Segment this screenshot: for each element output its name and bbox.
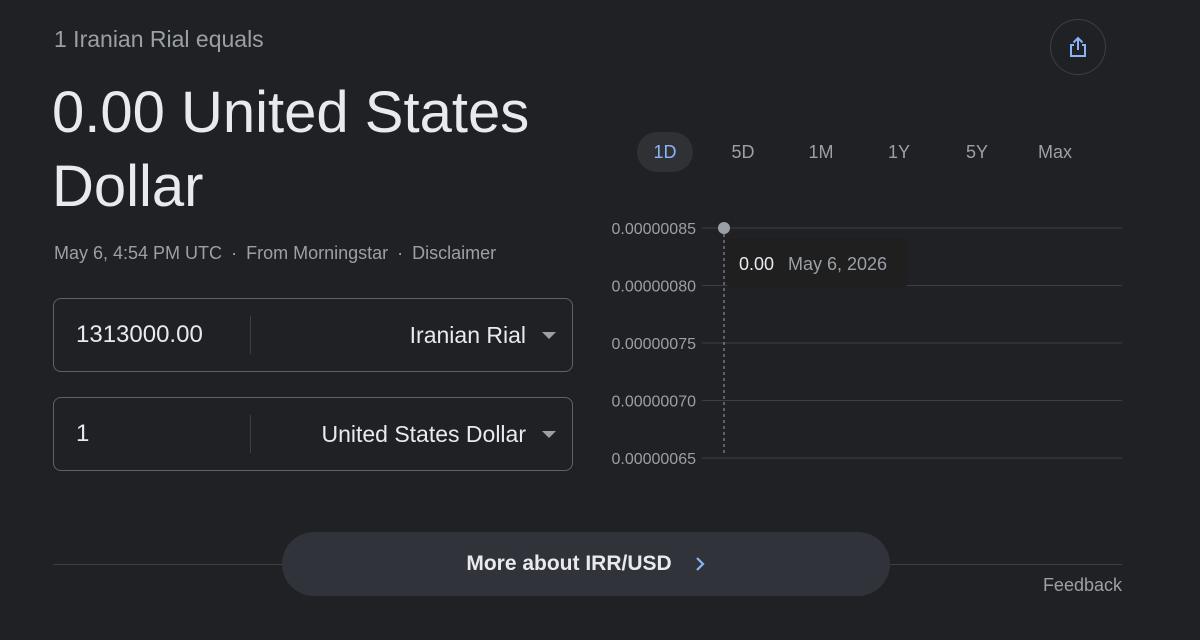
currency-converter-card: 1 Iranian Rial equals 0.00 United States… <box>0 0 1200 640</box>
to-amount-input[interactable] <box>76 398 246 470</box>
divider-line-right <box>890 564 1122 565</box>
tab-5d[interactable]: 5D <box>704 132 782 172</box>
tab-max[interactable]: Max <box>1016 132 1094 172</box>
tab-1y[interactable]: 1Y <box>860 132 938 172</box>
y-tick-label: 0.00000065 <box>611 451 696 468</box>
to-currency-label: United States Dollar <box>321 420 526 447</box>
conversion-result-line2: Dollar <box>52 154 204 219</box>
to-currency-row: United States Dollar <box>53 397 573 471</box>
tooltip-date: May 6, 2026 <box>788 254 887 274</box>
y-tick-label: 0.00000070 <box>611 394 696 411</box>
from-currency-label: Iranian Rial <box>409 321 526 348</box>
feedback-link[interactable]: Feedback <box>1043 575 1122 596</box>
chevron-right-icon <box>695 557 705 571</box>
rate-timestamp: May 6, 4:54 PM UTC <box>54 243 223 263</box>
tab-5y[interactable]: 5Y <box>938 132 1016 172</box>
data-point <box>718 222 730 234</box>
time-range-tabs: 1D 5D 1M 1Y 5Y Max <box>637 132 1094 172</box>
tab-1m[interactable]: 1M <box>782 132 860 172</box>
exchange-rate-chart: 0.00000085 0.00000080 0.00000075 0.00000070… <box>611 221 1122 468</box>
y-tick-label: 0.00000085 <box>611 221 696 238</box>
disclaimer-link[interactable]: Disclaimer <box>412 243 496 263</box>
more-about-label: More about IRR/USD <box>466 552 672 575</box>
conversion-result-line1: 0.00 United States <box>52 80 530 145</box>
dropdown-caret-icon <box>542 430 556 438</box>
dropdown-caret-icon <box>542 331 556 339</box>
y-tick-label: 0.00000080 <box>611 279 696 296</box>
share-button[interactable] <box>1050 19 1106 75</box>
from-currency-row: Iranian Rial <box>53 298 573 372</box>
from-amount-input[interactable] <box>76 299 246 371</box>
rate-meta: May 6, 4:54 PM UTC · From Morningstar · … <box>54 243 496 264</box>
from-currency-select[interactable]: Iranian Rial <box>410 299 556 371</box>
conversion-subtitle: 1 Iranian Rial equals <box>54 26 264 52</box>
field-divider <box>250 316 251 354</box>
meta-separator: · <box>397 243 404 263</box>
field-divider <box>250 415 251 453</box>
tab-1d[interactable]: 1D <box>637 132 693 172</box>
rate-source: From Morningstar <box>246 243 389 263</box>
tooltip-value: 0.00 <box>739 254 774 274</box>
to-currency-select[interactable]: United States Dollar <box>321 398 556 470</box>
conversion-result: 0.00 United States Dollar <box>52 76 612 224</box>
y-tick-label: 0.00000075 <box>611 336 696 353</box>
share-icon <box>1070 36 1086 57</box>
meta-separator: · <box>231 243 238 263</box>
more-about-button[interactable]: More about IRR/USD <box>282 532 890 596</box>
divider-line-left <box>53 564 282 565</box>
